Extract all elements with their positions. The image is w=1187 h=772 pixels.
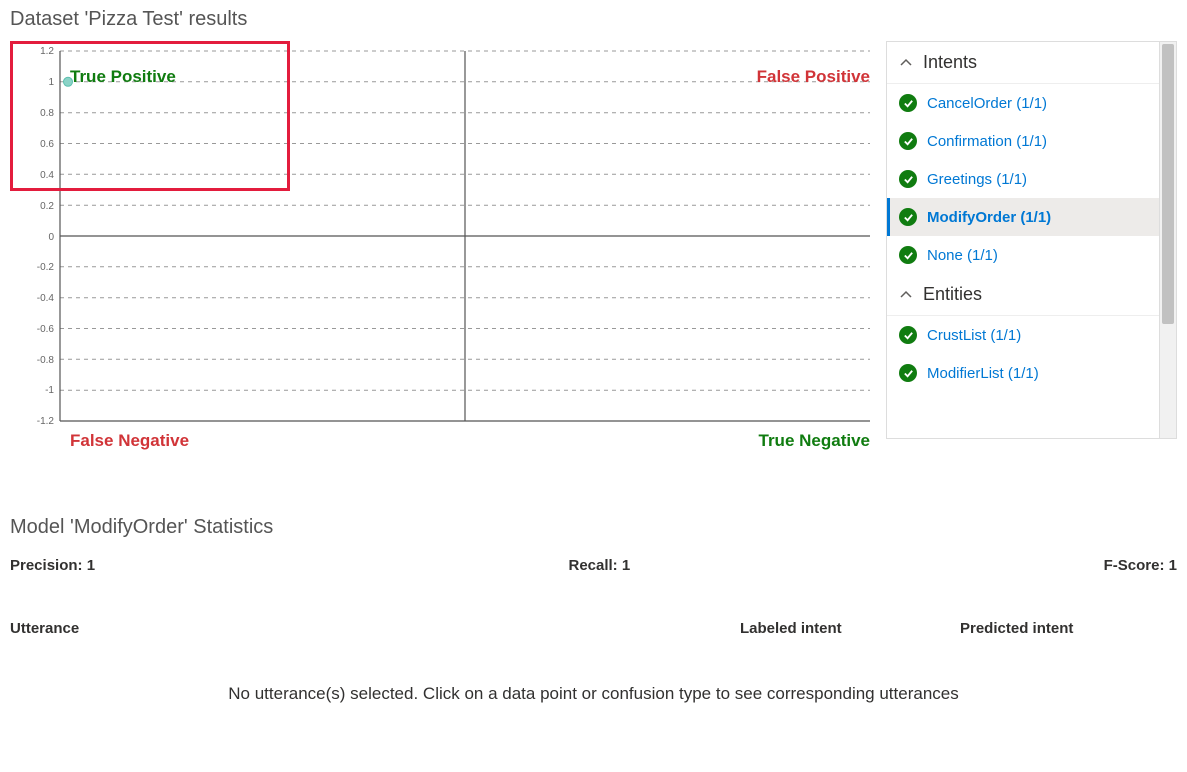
- confusion-chart[interactable]: True Positive False Positive False Negat…: [10, 41, 880, 461]
- chart-svg: 1.2 1 0.8 0.6 0.4 0.2 0 -0.2 -0.4 -0.6 -…: [10, 41, 880, 461]
- svg-text:-1.2: -1.2: [37, 416, 55, 427]
- intent-item-label: None (1/1): [927, 247, 998, 264]
- svg-text:0.6: 0.6: [40, 139, 54, 150]
- svg-text:0.4: 0.4: [40, 170, 54, 181]
- col-header-labeled-intent[interactable]: Labeled intent: [740, 620, 960, 637]
- checkmark-icon: [899, 132, 917, 150]
- svg-text:-0.2: -0.2: [37, 262, 55, 273]
- fscore-value: F-Score: 1: [1104, 557, 1177, 574]
- chart-label-true-positive[interactable]: True Positive: [70, 67, 176, 87]
- svg-text:-0.6: -0.6: [37, 324, 55, 335]
- svg-text:1: 1: [48, 77, 54, 88]
- intent-item-confirmation[interactable]: Confirmation (1/1): [887, 122, 1159, 160]
- svg-text:1.2: 1.2: [40, 46, 54, 57]
- svg-text:0.2: 0.2: [40, 201, 54, 212]
- intent-item-greetings[interactable]: Greetings (1/1): [887, 160, 1159, 198]
- intent-item-none[interactable]: None (1/1): [887, 236, 1159, 274]
- checkmark-icon: [899, 246, 917, 264]
- page-title: Dataset 'Pizza Test' results: [10, 8, 1177, 31]
- entity-item-label: ModifierList (1/1): [927, 365, 1039, 382]
- scrollbar-thumb[interactable]: [1162, 44, 1174, 324]
- checkmark-icon: [899, 208, 917, 226]
- intent-item-modifyorder[interactable]: ModifyOrder (1/1): [887, 198, 1159, 236]
- recall-value: Recall: 1: [568, 557, 630, 574]
- side-panel: Intents CancelOrder (1/1) Confirmation (…: [886, 41, 1177, 439]
- chevron-up-icon: [899, 288, 913, 302]
- checkmark-icon: [899, 170, 917, 188]
- intent-item-label: Confirmation (1/1): [927, 133, 1047, 150]
- svg-text:0: 0: [48, 232, 54, 243]
- svg-text:-0.8: -0.8: [37, 355, 55, 366]
- chevron-up-icon: [899, 56, 913, 70]
- scrollbar[interactable]: [1160, 41, 1177, 439]
- col-header-predicted-intent[interactable]: Predicted intent: [960, 620, 1177, 637]
- col-header-utterance[interactable]: Utterance: [10, 620, 740, 637]
- checkmark-icon: [899, 94, 917, 112]
- top-area: True Positive False Positive False Negat…: [10, 41, 1177, 461]
- stats-row: Precision: 1 Recall: 1 F-Score: 1: [10, 557, 1177, 574]
- empty-table-message: No utterance(s) selected. Click on a dat…: [10, 684, 1177, 704]
- intents-group-header[interactable]: Intents: [887, 42, 1159, 84]
- entity-item-modifierlist[interactable]: ModifierList (1/1): [887, 354, 1159, 392]
- intent-item-cancelorder[interactable]: CancelOrder (1/1): [887, 84, 1159, 122]
- intents-header-label: Intents: [923, 52, 977, 73]
- intent-item-label: ModifyOrder (1/1): [927, 209, 1051, 226]
- entity-item-crustlist[interactable]: CrustList (1/1): [887, 316, 1159, 354]
- entities-group-header[interactable]: Entities: [887, 274, 1159, 316]
- entity-item-label: CrustList (1/1): [927, 327, 1021, 344]
- stats-title: Model 'ModifyOrder' Statistics: [10, 516, 1177, 539]
- precision-value: Precision: 1: [10, 557, 95, 574]
- chart-label-false-positive[interactable]: False Positive: [757, 67, 870, 87]
- utterance-table-header: Utterance Labeled intent Predicted inten…: [10, 614, 1177, 644]
- svg-text:-1: -1: [45, 385, 54, 396]
- intent-item-label: CancelOrder (1/1): [927, 95, 1047, 112]
- intent-item-label: Greetings (1/1): [927, 171, 1027, 188]
- checkmark-icon: [899, 326, 917, 344]
- entities-header-label: Entities: [923, 284, 982, 305]
- chart-label-false-negative[interactable]: False Negative: [70, 431, 189, 451]
- svg-text:0.8: 0.8: [40, 108, 54, 119]
- chart-label-true-negative[interactable]: True Negative: [759, 431, 871, 451]
- checkmark-icon: [899, 364, 917, 382]
- svg-text:-0.4: -0.4: [37, 293, 55, 304]
